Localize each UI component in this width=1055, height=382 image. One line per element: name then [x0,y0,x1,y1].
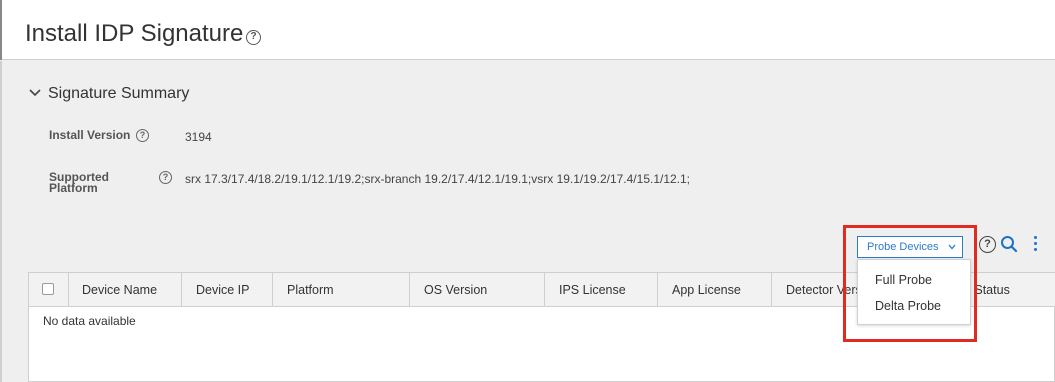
supported-platform-value: srx 17.3/17.4/18.2/19.1/12.1/19.2;srx-br… [185,172,691,186]
install-version-label: Install Version [49,128,131,142]
question-circle-icon[interactable]: ? [246,30,261,45]
column-header-device-name[interactable]: Device Name [69,273,182,307]
select-all-checkbox[interactable] [42,283,54,295]
page-title: Install IDP Signature [25,20,244,47]
empty-table-message: No data available [43,314,136,328]
section-title-signature-summary[interactable]: Signature Summary [48,85,189,103]
window-edge [0,0,2,60]
column-header-device-ip[interactable]: Device IP [182,273,273,307]
supported-platform-label-line2: Platform [49,181,98,195]
select-all-cell [29,273,69,307]
highlight-annotation-box [843,225,977,342]
question-circle-icon[interactable]: ? [979,236,996,253]
content-edge [0,61,2,382]
column-header-app-license[interactable]: App License [658,273,772,307]
column-header-os-version[interactable]: OS Version [410,273,545,307]
search-icon[interactable] [1000,235,1018,253]
more-vertical-icon[interactable] [1030,236,1040,254]
question-circle-icon[interactable]: ? [136,129,149,142]
chevron-down-icon[interactable] [29,88,41,98]
column-header-platform[interactable]: Platform [273,273,410,307]
column-header-ips-license[interactable]: IPS License [545,273,658,307]
supported-platform-label: Supported Platform [49,171,109,195]
question-circle-icon[interactable]: ? [159,171,172,184]
page-header: Install IDP Signature ? [0,0,1055,60]
install-version-value: 3194 [185,130,212,144]
